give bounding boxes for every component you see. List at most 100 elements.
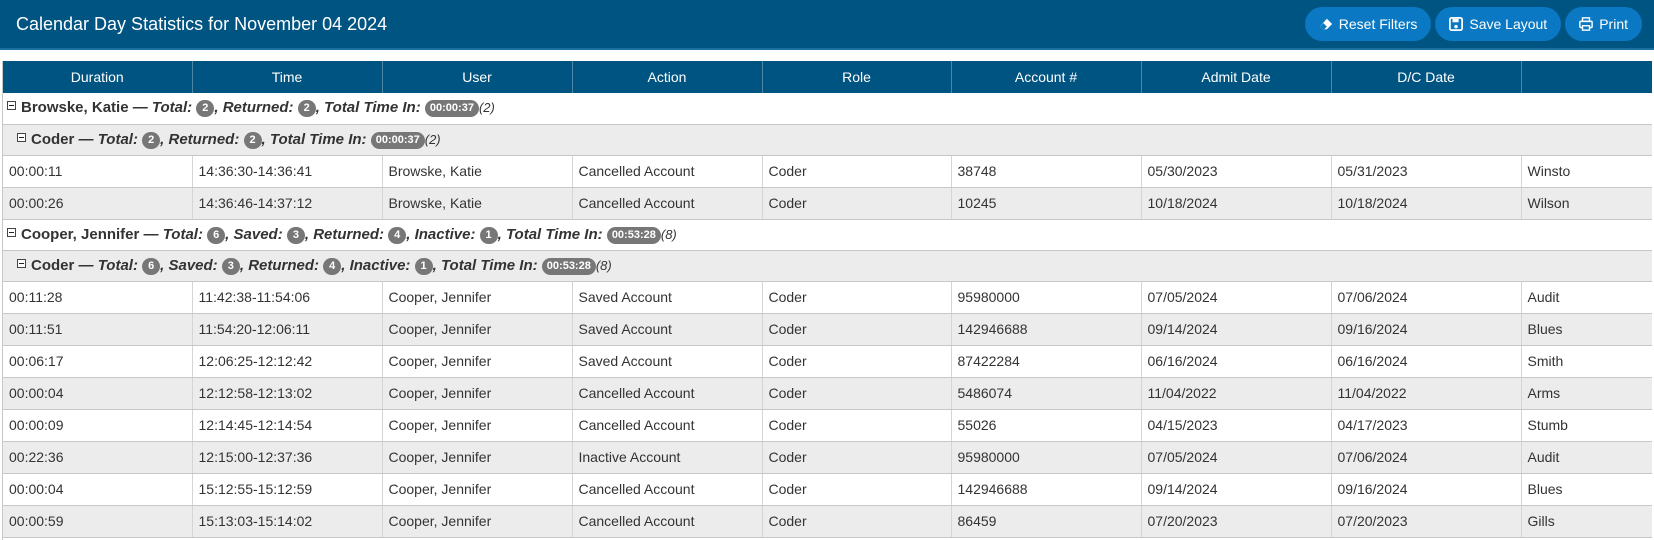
table-row[interactable]: 00:11:28 11:42:38-11:54:06 Cooper, Jennife… (3, 281, 1652, 314)
collapse-toggle-icon[interactable] (17, 132, 26, 142)
group-role-name: Coder (31, 130, 75, 148)
table-cell: Cooper, Jennifer (382, 377, 573, 410)
reset-filters-button[interactable]: Reset Filters (1304, 7, 1432, 41)
print-button[interactable]: Print (1565, 7, 1642, 41)
save-layout-button[interactable]: Save Layout (1435, 7, 1562, 41)
column-header-duration[interactable]: Duration (3, 61, 193, 93)
table-cell: Cooper, Jennifer (382, 409, 573, 442)
table-cell: Arms (1521, 377, 1652, 410)
column-header-account[interactable]: Account # (951, 61, 1142, 93)
subgroup-summary: Coder — Total: 6, Saved: 3, Returned: 4,… (3, 250, 1652, 282)
table-cell: 04/15/2023 (1141, 409, 1332, 442)
table-cell: Cooper, Jennifer (382, 505, 573, 538)
group-row-user[interactable]: Browske, Katie — Total: 2, Returned: 2, … (3, 93, 1652, 125)
table-row[interactable]: 00:00:04 15:12:55-15:12:59 Cooper, Jennife… (3, 473, 1652, 506)
group-row-role[interactable]: Coder — Total: 2, Returned: 2, Total Tim… (3, 124, 1652, 156)
summary-label: Returned: (168, 130, 240, 148)
summary-label: Total Time In: (324, 99, 421, 117)
column-header-admit-date[interactable]: Admit Date (1141, 61, 1332, 93)
table-cell: Cooper, Jennifer (382, 313, 573, 346)
table-cell: Saved Account (572, 313, 763, 346)
table-cell: Stumb (1521, 409, 1652, 442)
group-summary: Cooper, Jennifer — Total: 6, Saved: 3, R… (3, 219, 1652, 251)
column-header-dc-date[interactable]: D/C Date (1331, 61, 1522, 93)
table-cell: Coder (762, 345, 952, 378)
group-row-user[interactable]: Cooper, Jennifer — Total: 6, Saved: 3, R… (3, 219, 1652, 251)
column-header-action[interactable]: Action (572, 61, 763, 93)
table-cell: 5486074 (951, 377, 1142, 410)
table-cell: 12:15:00-12:37:36 (192, 441, 383, 474)
table-cell: 38748 (951, 155, 1142, 188)
table-cell: Smith (1521, 345, 1652, 378)
collapse-toggle-icon[interactable] (7, 227, 16, 237)
header-actions: Reset Filters Save Layout Print (1304, 7, 1642, 41)
group-role-name: Coder (31, 256, 75, 274)
column-header-user[interactable]: User (382, 61, 573, 93)
table-cell: 14:36:30-14:36:41 (192, 155, 383, 188)
table-cell: 142946688 (951, 473, 1142, 506)
summary-label: Total Time In: (440, 256, 538, 274)
group-user-name: Cooper, Jennifer (21, 225, 140, 243)
print-icon (1579, 17, 1594, 31)
table-cell: Blues (1521, 313, 1652, 346)
table-cell: 00:00:11 (3, 155, 193, 188)
table-cell: 00:00:59 (3, 505, 193, 538)
returned-badge: 2 (297, 100, 316, 118)
table-cell: Coder (762, 441, 952, 474)
table-row[interactable]: 00:06:17 12:06:25-12:12:42 Cooper, Jennife… (3, 345, 1652, 378)
table-row[interactable]: 00:11:51 11:54:20-12:06:11 Cooper, Jennife… (3, 313, 1652, 346)
table-cell: 04/17/2023 (1331, 409, 1522, 442)
collapse-toggle-icon[interactable] (17, 258, 26, 268)
subgroup-summary: Coder — Total: 2, Returned: 2, Total Tim… (3, 124, 1652, 156)
table-cell: 87422284 (951, 345, 1142, 378)
total-badge: 6 (207, 226, 226, 244)
saved-badge: 3 (286, 226, 305, 244)
column-header-row: Duration Time User Action Role Account #… (3, 61, 1652, 93)
summary-label: Total Time In: (269, 130, 367, 148)
table-cell: 142946688 (951, 313, 1142, 346)
save-icon (1449, 17, 1464, 31)
group-row-role[interactable]: Coder — Total: 6, Saved: 3, Returned: 4,… (3, 250, 1652, 282)
table-cell: Wilson (1521, 187, 1652, 220)
statistics-table: Duration Time User Action Role Account #… (3, 61, 1652, 538)
table-cell: Audit (1521, 441, 1652, 474)
collapse-toggle-icon[interactable] (7, 101, 16, 111)
table-cell: 12:06:25-12:12:42 (192, 345, 383, 378)
table-cell: 00:11:51 (3, 313, 193, 346)
table-cell: 95980000 (951, 441, 1142, 474)
column-header-next[interactable] (1521, 61, 1652, 93)
table-cell: 86459 (951, 505, 1142, 538)
group-count: (2) (478, 100, 495, 116)
column-header-time[interactable]: Time (192, 61, 383, 93)
table-row[interactable]: 00:00:59 15:13:03-15:14:02 Cooper, Jennife… (3, 505, 1652, 538)
table-cell: 09/14/2024 (1141, 473, 1332, 506)
table-cell: 11:54:20-12:06:11 (192, 313, 383, 346)
returned-badge: 4 (388, 226, 407, 244)
save-layout-label: Save Layout (1469, 16, 1548, 32)
table-row[interactable]: 00:00:26 14:36:46-14:37:12 Browske, Katie C… (3, 187, 1652, 220)
table-cell: 10/18/2024 (1141, 187, 1332, 220)
summary-label: Returned: (313, 225, 385, 243)
table-cell: 12:12:58-12:13:02 (192, 377, 383, 410)
table-cell: 00:11:28 (3, 281, 193, 314)
column-header-role[interactable]: Role (762, 61, 952, 93)
table-cell: 00:00:26 (3, 187, 193, 220)
total-time-badge: 00:53:28 (541, 257, 596, 275)
table-cell: Saved Account (572, 281, 763, 314)
table-cell: 00:06:17 (3, 345, 193, 378)
table-cell: Cancelled Account (572, 377, 763, 410)
total-badge: 2 (142, 131, 161, 149)
table-cell: 00:00:04 (3, 377, 193, 410)
table-cell: 95980000 (951, 281, 1142, 314)
summary-label: Returned: (222, 99, 294, 117)
table-row[interactable]: 00:00:11 14:36:30-14:36:41 Browske, Katie C… (3, 155, 1652, 188)
table-cell: Coder (762, 187, 952, 220)
table-cell: 11:42:38-11:54:06 (192, 281, 383, 314)
table-row[interactable]: 00:00:04 12:12:58-12:13:02 Cooper, Jennife… (3, 377, 1652, 410)
table-row[interactable]: 00:22:36 12:15:00-12:37:36 Cooper, Jennife… (3, 441, 1652, 474)
table-cell: Cancelled Account (572, 505, 763, 538)
table-row[interactable]: 00:00:09 12:14:45-12:14:54 Cooper, Jennife… (3, 409, 1652, 442)
reset-filters-label: Reset Filters (1338, 16, 1418, 32)
table-cell: Cooper, Jennifer (382, 441, 573, 474)
summary-label: — (74, 256, 98, 274)
